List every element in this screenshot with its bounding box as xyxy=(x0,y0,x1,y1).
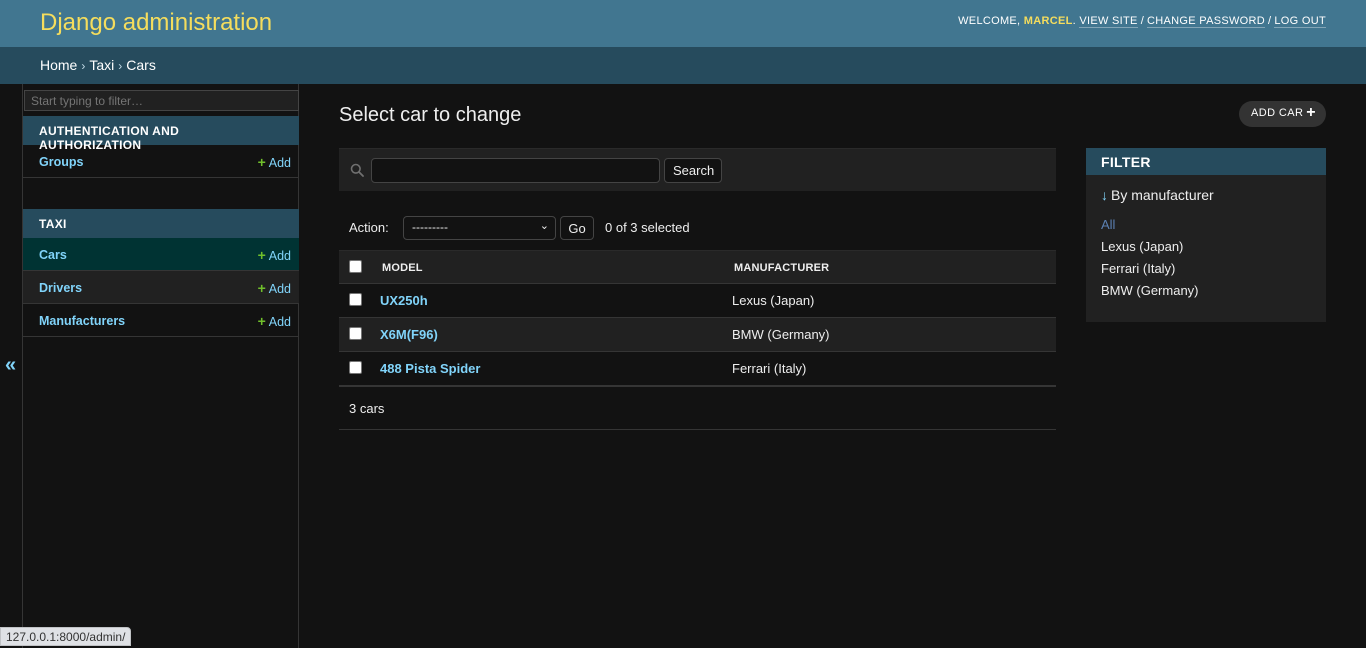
plus-icon: + xyxy=(257,280,266,296)
car-model-link[interactable]: UX250h xyxy=(380,293,428,308)
browser-status-url: 127.0.0.1:8000/admin/ xyxy=(0,627,132,646)
sidebar-item-drivers[interactable]: Drivers + Add xyxy=(23,271,299,304)
car-manufacturer: Ferrari (Italy) xyxy=(732,361,807,376)
change-password-link[interactable]: CHANGE PASSWORD xyxy=(1147,15,1266,28)
table-row: X6M(F96) BMW (Germany) xyxy=(339,318,1056,352)
filter-option-ferrari[interactable]: Ferrari (Italy) xyxy=(1101,261,1175,276)
actions-bar: Action: --------- ⌄ Go 0 of 3 selected xyxy=(339,210,1056,245)
row-checkbox[interactable] xyxy=(349,293,362,306)
column-header-model[interactable]: MODEL xyxy=(382,262,423,274)
select-all-checkbox[interactable] xyxy=(349,260,362,273)
page-title: Select car to change xyxy=(339,104,522,126)
filter-option-all[interactable]: All xyxy=(1101,217,1115,232)
app-caption-taxi[interactable]: TAXI xyxy=(23,209,299,238)
add-drivers-link[interactable]: + Add xyxy=(258,280,291,296)
filter-option-lexus[interactable]: Lexus (Japan) xyxy=(1101,239,1183,254)
column-header-manufacturer[interactable]: MANUFACTURER xyxy=(734,262,829,274)
welcome-text: WELCOME, xyxy=(958,15,1021,27)
car-manufacturer: BMW (Germany) xyxy=(732,327,830,342)
breadcrumb: Home › Taxi › Cars xyxy=(0,47,1366,84)
chevron-down-icon: ⌄ xyxy=(539,220,549,232)
filter-heading[interactable]: ↓ By manufacturer xyxy=(1101,187,1214,203)
search-button[interactable]: Search xyxy=(664,158,722,183)
table-header: MODEL MANUFACTURER xyxy=(339,250,1056,284)
header: Django administration WELCOME, MARCEL. V… xyxy=(0,0,1366,47)
sidebar-item-label[interactable]: Groups xyxy=(39,155,83,169)
sidebar-item-cars[interactable]: Cars + Add xyxy=(23,238,299,271)
plus-icon: + xyxy=(257,247,266,263)
table-row: 488 Pista Spider Ferrari (Italy) xyxy=(339,352,1056,386)
search-toolbar: Search xyxy=(339,148,1056,191)
sidebar-item-groups[interactable]: Groups + Add xyxy=(23,145,299,178)
username: MARCEL xyxy=(1023,15,1073,27)
changelist-filter: FILTER ↓ By manufacturer All Lexus (Japan… xyxy=(1086,148,1326,322)
breadcrumb-cars: Cars xyxy=(126,57,156,73)
log-out-link[interactable]: LOG OUT xyxy=(1274,15,1326,28)
action-select[interactable]: --------- ⌄ xyxy=(403,216,556,240)
nav-filter-input[interactable] xyxy=(24,90,299,111)
action-selected-value: --------- xyxy=(412,220,448,234)
breadcrumb-home[interactable]: Home xyxy=(40,57,77,73)
selected-count: 0 of 3 selected xyxy=(605,220,690,235)
search-input[interactable] xyxy=(371,158,660,183)
row-checkbox[interactable] xyxy=(349,361,362,374)
add-cars-link[interactable]: + Add xyxy=(258,247,291,263)
filter-option-bmw[interactable]: BMW (Germany) xyxy=(1101,283,1199,298)
car-model-link[interactable]: X6M(F96) xyxy=(380,327,438,342)
user-tools: WELCOME, MARCEL. VIEW SITE / CHANGE PASSWO… xyxy=(958,15,1326,28)
table-row: UX250h Lexus (Japan) xyxy=(339,284,1056,318)
filter-title: FILTER xyxy=(1086,148,1326,175)
car-model-link[interactable]: 488 Pista Spider xyxy=(380,361,480,376)
toggle-nav-sidebar[interactable]: « xyxy=(0,84,22,648)
paginator: 3 cars xyxy=(339,386,1056,430)
go-button[interactable]: Go xyxy=(560,216,594,240)
add-groups-link[interactable]: + Add xyxy=(258,154,291,170)
view-site-link[interactable]: VIEW SITE xyxy=(1079,15,1138,28)
arrow-down-icon: ↓ xyxy=(1101,187,1108,203)
sidebar-item-label[interactable]: Drivers xyxy=(39,281,82,295)
sidebar-item-manufacturers[interactable]: Manufacturers + Add xyxy=(23,304,299,337)
app-caption-auth[interactable]: AUTHENTICATION AND AUTHORIZATION xyxy=(23,116,299,152)
sidebar-item-label[interactable]: Cars xyxy=(39,248,67,262)
plus-icon: + xyxy=(1306,104,1316,121)
plus-icon: + xyxy=(257,154,266,170)
nav-sidebar: AUTHENTICATION AND AUTHORIZATION Groups … xyxy=(22,84,299,648)
car-manufacturer: Lexus (Japan) xyxy=(732,293,815,308)
search-icon xyxy=(350,163,364,177)
plus-icon: + xyxy=(257,313,266,329)
collapse-sidebar-icon[interactable]: « xyxy=(5,354,16,377)
add-car-button[interactable]: ADD CAR + xyxy=(1239,101,1326,127)
sidebar-item-label[interactable]: Manufacturers xyxy=(39,314,125,328)
site-branding[interactable]: Django administration xyxy=(40,9,272,37)
row-checkbox[interactable] xyxy=(349,327,362,340)
action-label: Action: xyxy=(349,220,389,235)
breadcrumb-taxi[interactable]: Taxi xyxy=(89,57,114,73)
add-manufacturers-link[interactable]: + Add xyxy=(258,313,291,329)
